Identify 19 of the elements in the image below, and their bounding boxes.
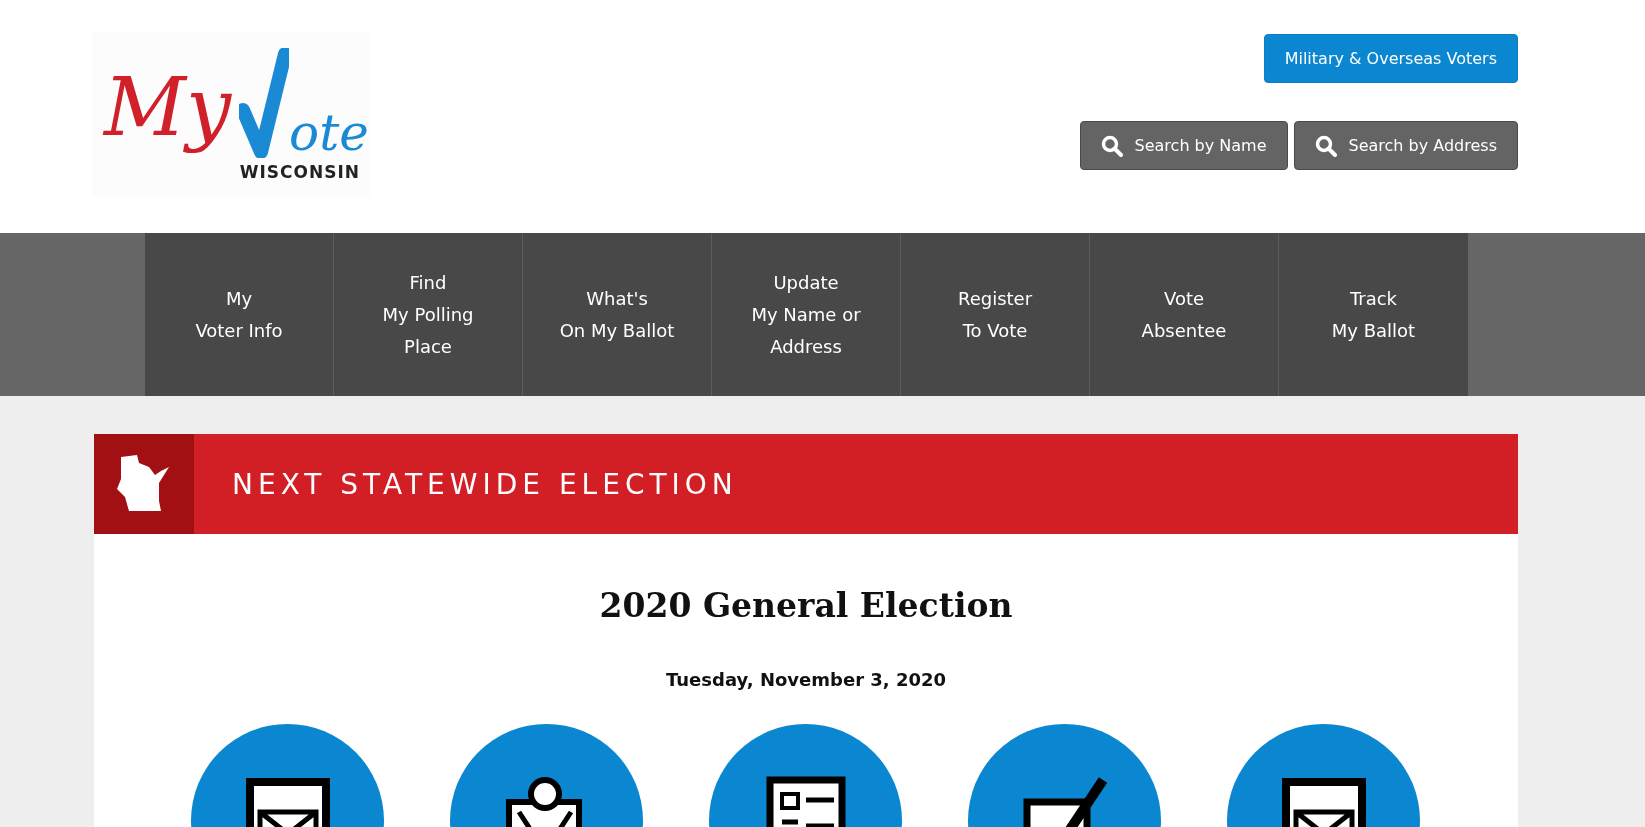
nav-link[interactable]: Update My Name or Address (712, 233, 901, 396)
logo-state-text: WISCONSIN (239, 161, 360, 182)
military-overseas-button[interactable]: Military & Overseas Voters (1263, 34, 1518, 83)
nav-link[interactable]: My Voter Info (145, 233, 334, 396)
nav-link[interactable]: Register To Vote (901, 233, 1090, 396)
checkmark-icon (239, 47, 290, 158)
section-heading: NEXT STATEWIDE ELECTION (232, 467, 738, 501)
search-icon (1100, 134, 1123, 157)
logo-text: ote (289, 107, 369, 158)
nav-link[interactable]: Find My Polling Place (334, 233, 523, 396)
logo-script-text: My (104, 59, 233, 156)
election-title: 2020 General Election (598, 586, 1014, 625)
nav-link[interactable]: Vote Absentee (1090, 233, 1279, 396)
search-button[interactable]: Search by Address (1293, 121, 1518, 170)
search-icon (1314, 134, 1337, 157)
nav-link[interactable]: What's On My Ballot (523, 233, 712, 396)
nav-link[interactable]: Track My Ballot (1279, 233, 1468, 396)
search-button[interactable]: Search by Name (1079, 121, 1288, 170)
election-date: Tuesday, November 3, 2020 (664, 669, 947, 690)
